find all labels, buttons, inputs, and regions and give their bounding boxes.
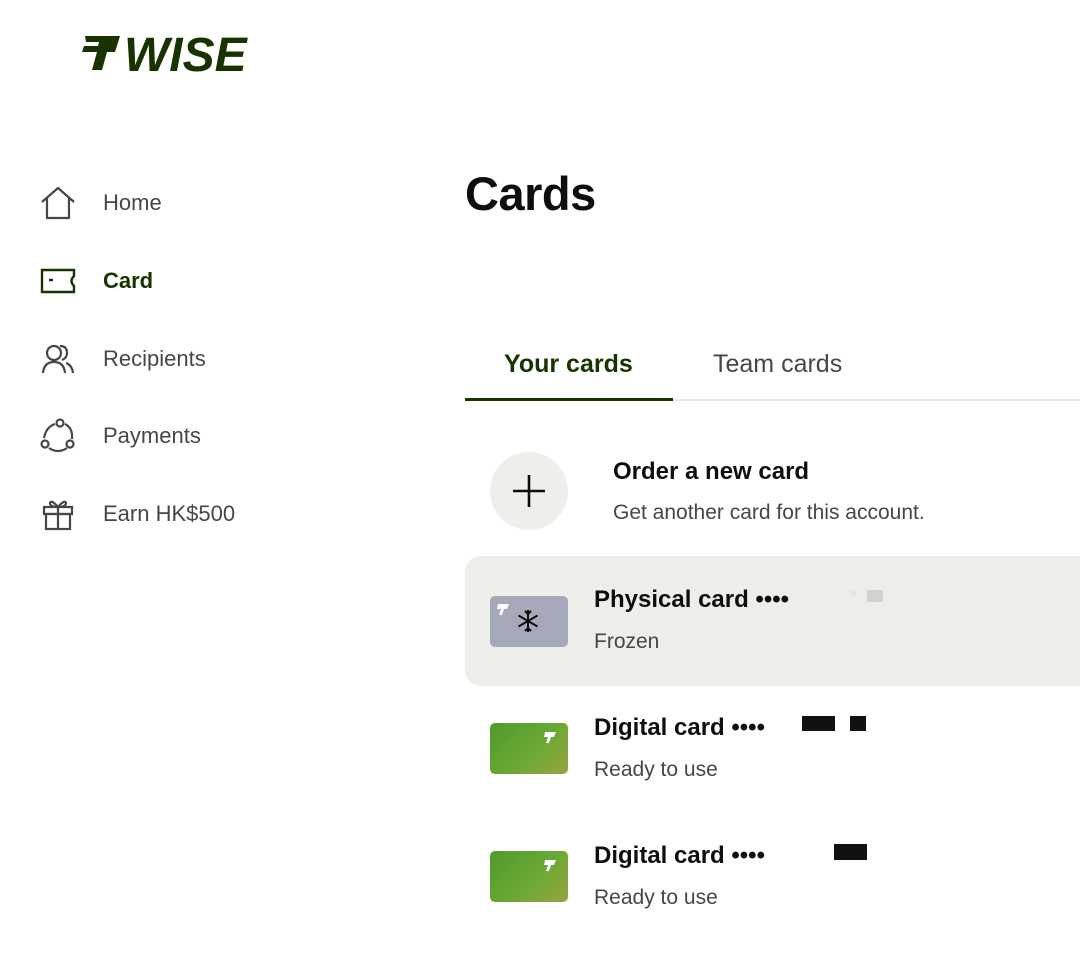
- card-status: Ready to use: [594, 886, 718, 909]
- card-list-item[interactable]: Digital card •••• Ready to use: [465, 684, 1080, 814]
- sidebar-item-earn[interactable]: Earn HK$500: [40, 494, 235, 534]
- redacted-digits: [802, 716, 835, 731]
- card-icon: [40, 263, 76, 299]
- card-status: Ready to use: [594, 758, 718, 781]
- sidebar-item-card[interactable]: Card: [40, 261, 153, 301]
- sidebar-item-payments[interactable]: Payments: [40, 416, 201, 456]
- snowflake-icon: [517, 610, 539, 632]
- order-new-card-row[interactable]: Order a new card Get another card for th…: [465, 440, 1080, 550]
- cards-page: WISE Home Card Recipients Payments Earn …: [0, 0, 1080, 954]
- redacted-digits: [867, 590, 883, 602]
- active-tab-indicator: [465, 398, 673, 401]
- wise-flag-icon: [497, 604, 509, 615]
- digital-card-thumbnail: [490, 723, 568, 774]
- tab-your-cards[interactable]: Your cards: [504, 350, 633, 400]
- order-card-subtitle: Get another card for this account.: [613, 501, 925, 524]
- sidebar-item-recipients[interactable]: Recipients: [40, 339, 206, 379]
- card-status: Frozen: [594, 630, 660, 653]
- wise-logo[interactable]: WISE: [82, 30, 254, 78]
- card-name: Digital card ••••: [594, 714, 765, 741]
- card-name: Physical card ••••: [594, 586, 790, 613]
- frozen-card-thumbnail: [490, 596, 568, 647]
- redacted-digits: [834, 844, 867, 860]
- plus-icon: [513, 475, 545, 507]
- wise-flag-icon: [544, 732, 556, 743]
- order-card-title: Order a new card: [613, 458, 810, 485]
- sidebar-item-label: Recipients: [103, 346, 206, 371]
- payments-icon: [40, 418, 76, 454]
- sidebar-item-home[interactable]: Home: [40, 183, 162, 223]
- recipients-icon: [40, 341, 76, 377]
- sidebar-item-label: Earn HK$500: [103, 501, 236, 526]
- card-list-item[interactable]: Digital card •••• Ready to use: [465, 812, 1080, 942]
- home-icon: [40, 185, 76, 221]
- sidebar-item-label: Home: [103, 190, 162, 215]
- card-name: Digital card ••••: [594, 842, 765, 869]
- wise-flag-icon: [544, 860, 556, 871]
- wise-flag-logo-icon: WISE: [82, 30, 249, 78]
- sidebar-item-label: Payments: [103, 423, 201, 448]
- redacted-digits: [850, 716, 866, 731]
- page-title: Cards: [465, 167, 596, 220]
- digital-card-thumbnail: [490, 851, 568, 902]
- card-list-item[interactable]: Physical card •••• Frozen: [465, 556, 1080, 686]
- redacted-digits: [850, 590, 856, 596]
- sidebar-item-label: Card: [103, 268, 154, 293]
- add-card-button[interactable]: [490, 452, 568, 530]
- svg-text:WISE: WISE: [124, 30, 249, 78]
- card-tabs: Your cards Team cards: [465, 340, 1080, 401]
- gift-icon: [40, 496, 76, 532]
- tab-team-cards[interactable]: Team cards: [713, 350, 842, 400]
